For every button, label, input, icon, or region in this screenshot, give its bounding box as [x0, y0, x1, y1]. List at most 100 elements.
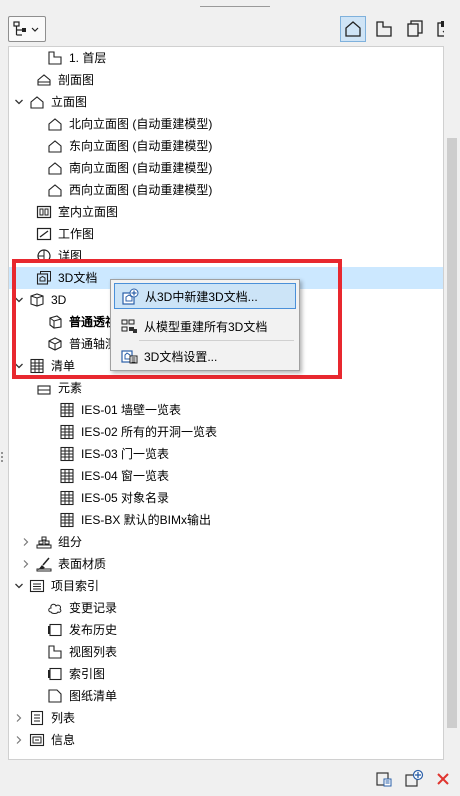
tree-row[interactable]: 变更记录 — [9, 597, 443, 619]
surfaces-icon — [36, 556, 52, 572]
chevron-right-icon[interactable] — [14, 735, 24, 745]
tree-row[interactable]: 室内立面图 — [9, 201, 443, 223]
view-list-icon — [47, 644, 63, 660]
tree-row[interactable]: IES-02 所有的开洞一览表 — [9, 421, 443, 443]
rebuild-all-icon — [120, 317, 138, 335]
3d-document-icon — [36, 270, 52, 286]
menu-separator — [139, 340, 294, 341]
settings-icon[interactable] — [373, 768, 395, 790]
tree-row[interactable]: 表面材质 — [9, 553, 443, 575]
chevron-right-icon[interactable] — [14, 713, 24, 723]
tree-row[interactable]: IES-04 窗一览表 — [9, 465, 443, 487]
tree-row-label: 南向立面图 (自动重建模型) — [69, 161, 213, 175]
tree-row[interactable]: 东向立面图 (自动重建模型) — [9, 135, 443, 157]
3d-cube-icon — [29, 292, 45, 308]
tree-row[interactable]: 列表 — [9, 707, 443, 729]
vertical-scrollbar[interactable] — [444, 8, 460, 760]
project-index-icon — [29, 578, 45, 594]
tree-row[interactable]: 发布历史 — [9, 619, 443, 641]
menu-item-label: 从模型重建所有3D文档 — [144, 319, 268, 334]
scroll-thumb[interactable] — [447, 138, 457, 728]
tree-row[interactable]: 组分 — [9, 531, 443, 553]
tree-row-label: IES-01 墙壁一览表 — [81, 403, 182, 417]
tree-row-label: IES-04 窗一览表 — [81, 469, 170, 483]
elevation-icon — [47, 160, 63, 176]
tree-row-label: 北向立面图 (自动重建模型) — [69, 117, 213, 131]
elevation-icon — [47, 138, 63, 154]
index-sheet-icon — [47, 666, 63, 682]
interior-elevation-icon — [36, 204, 52, 220]
tree-row[interactable]: 信息 — [9, 729, 443, 751]
tree-row-label: IES-03 门一览表 — [81, 447, 170, 461]
tree-row[interactable]: 元素 — [9, 377, 443, 399]
tree-row-label: 表面材质 — [58, 557, 107, 571]
tree-row-label: 3D — [51, 293, 67, 307]
splitter-handle[interactable] — [0, 450, 4, 464]
menu-item-label: 从3D中新建3D文档... — [145, 289, 258, 304]
panel-grip[interactable] — [200, 0, 270, 8]
menu-item-3d-document-settings[interactable]: 3D文档设置... — [114, 343, 296, 369]
tree-row-label: 信息 — [51, 733, 76, 747]
tree-row-label: 组分 — [58, 535, 83, 549]
tree-row-label: 图纸清单 — [69, 689, 118, 703]
tree-row-label: 变更记录 — [69, 601, 118, 615]
tree-row-label: 项目索引 — [51, 579, 100, 593]
layout-book-icon[interactable] — [402, 16, 428, 42]
section-icon — [36, 72, 52, 88]
tree-row-label: 详图 — [58, 249, 83, 263]
navigator-footer — [0, 762, 460, 796]
schedule-table-icon — [59, 512, 75, 528]
elevation-icon — [29, 94, 45, 110]
context-menu: 从3D中新建3D文档... 从模型重建所有3D文档 3D文档设置... — [110, 279, 300, 371]
chevron-right-icon[interactable] — [21, 559, 31, 569]
tree-row[interactable]: 立面图 — [9, 91, 443, 113]
tree-row[interactable]: IES-01 墙壁一览表 — [9, 399, 443, 421]
tree-row[interactable]: IES-05 对象名录 — [9, 487, 443, 509]
chevron-right-icon[interactable] — [21, 537, 31, 547]
tree-row[interactable]: 图纸清单 — [9, 685, 443, 707]
tree-row[interactable]: IES-03 门一览表 — [9, 443, 443, 465]
tree-row-label: 室内立面图 — [58, 205, 119, 219]
new-view-icon[interactable] — [403, 768, 425, 790]
list-icon — [29, 710, 45, 726]
schedule-table-icon — [59, 402, 75, 418]
chevron-down-icon[interactable] — [14, 581, 24, 591]
tree-row[interactable]: 西向立面图 (自动重建模型) — [9, 179, 443, 201]
new-3d-document-icon — [121, 288, 139, 306]
view-map-icon[interactable] — [371, 16, 397, 42]
issue-history-icon — [47, 622, 63, 638]
perspective-icon — [47, 314, 63, 330]
tree-row[interactable]: 1. 首层 — [9, 47, 443, 69]
axonometry-icon — [47, 336, 63, 352]
chevron-down-icon[interactable] — [14, 97, 24, 107]
tree-row[interactable]: 北向立面图 (自动重建模型) — [9, 113, 443, 135]
tree-row-label: 3D文档 — [58, 271, 98, 285]
tree-row[interactable]: 工作图 — [9, 223, 443, 245]
tree-row[interactable]: 南向立面图 (自动重建模型) — [9, 157, 443, 179]
tree-row-label: 1. 首层 — [69, 51, 107, 65]
elevation-icon — [47, 182, 63, 198]
tree-row[interactable]: 剖面图 — [9, 69, 443, 91]
tree-row[interactable]: IES-BX 默认的BIMx输出 — [9, 509, 443, 531]
tree-row[interactable]: 项目索引 — [9, 575, 443, 597]
tree-row[interactable]: 索引图 — [9, 663, 443, 685]
schedule-table-icon — [59, 468, 75, 484]
tree-row-label: IES-BX 默认的BIMx输出 — [81, 513, 212, 527]
schedule-table-icon — [59, 490, 75, 506]
tree-row[interactable]: 视图列表 — [9, 641, 443, 663]
menu-item-new-3d-document[interactable]: 从3D中新建3D文档... — [114, 283, 296, 309]
project-map-icon[interactable] — [8, 16, 46, 42]
detail-icon — [36, 248, 52, 264]
project-map-view-icon[interactable] — [340, 16, 366, 42]
delete-icon[interactable] — [432, 768, 454, 790]
tree-row-label: 视图列表 — [69, 645, 118, 659]
elevation-icon — [47, 116, 63, 132]
schedule-grid-icon — [29, 358, 45, 374]
tree-row[interactable]: 详图 — [9, 245, 443, 267]
chevron-down-icon[interactable] — [14, 295, 24, 305]
schedule-table-icon — [59, 424, 75, 440]
menu-item-rebuild-all[interactable]: 从模型重建所有3D文档 — [114, 313, 296, 339]
tree-row-label: 索引图 — [69, 667, 106, 681]
tree-row-label: 发布历史 — [69, 623, 118, 637]
chevron-down-icon[interactable] — [14, 361, 24, 371]
